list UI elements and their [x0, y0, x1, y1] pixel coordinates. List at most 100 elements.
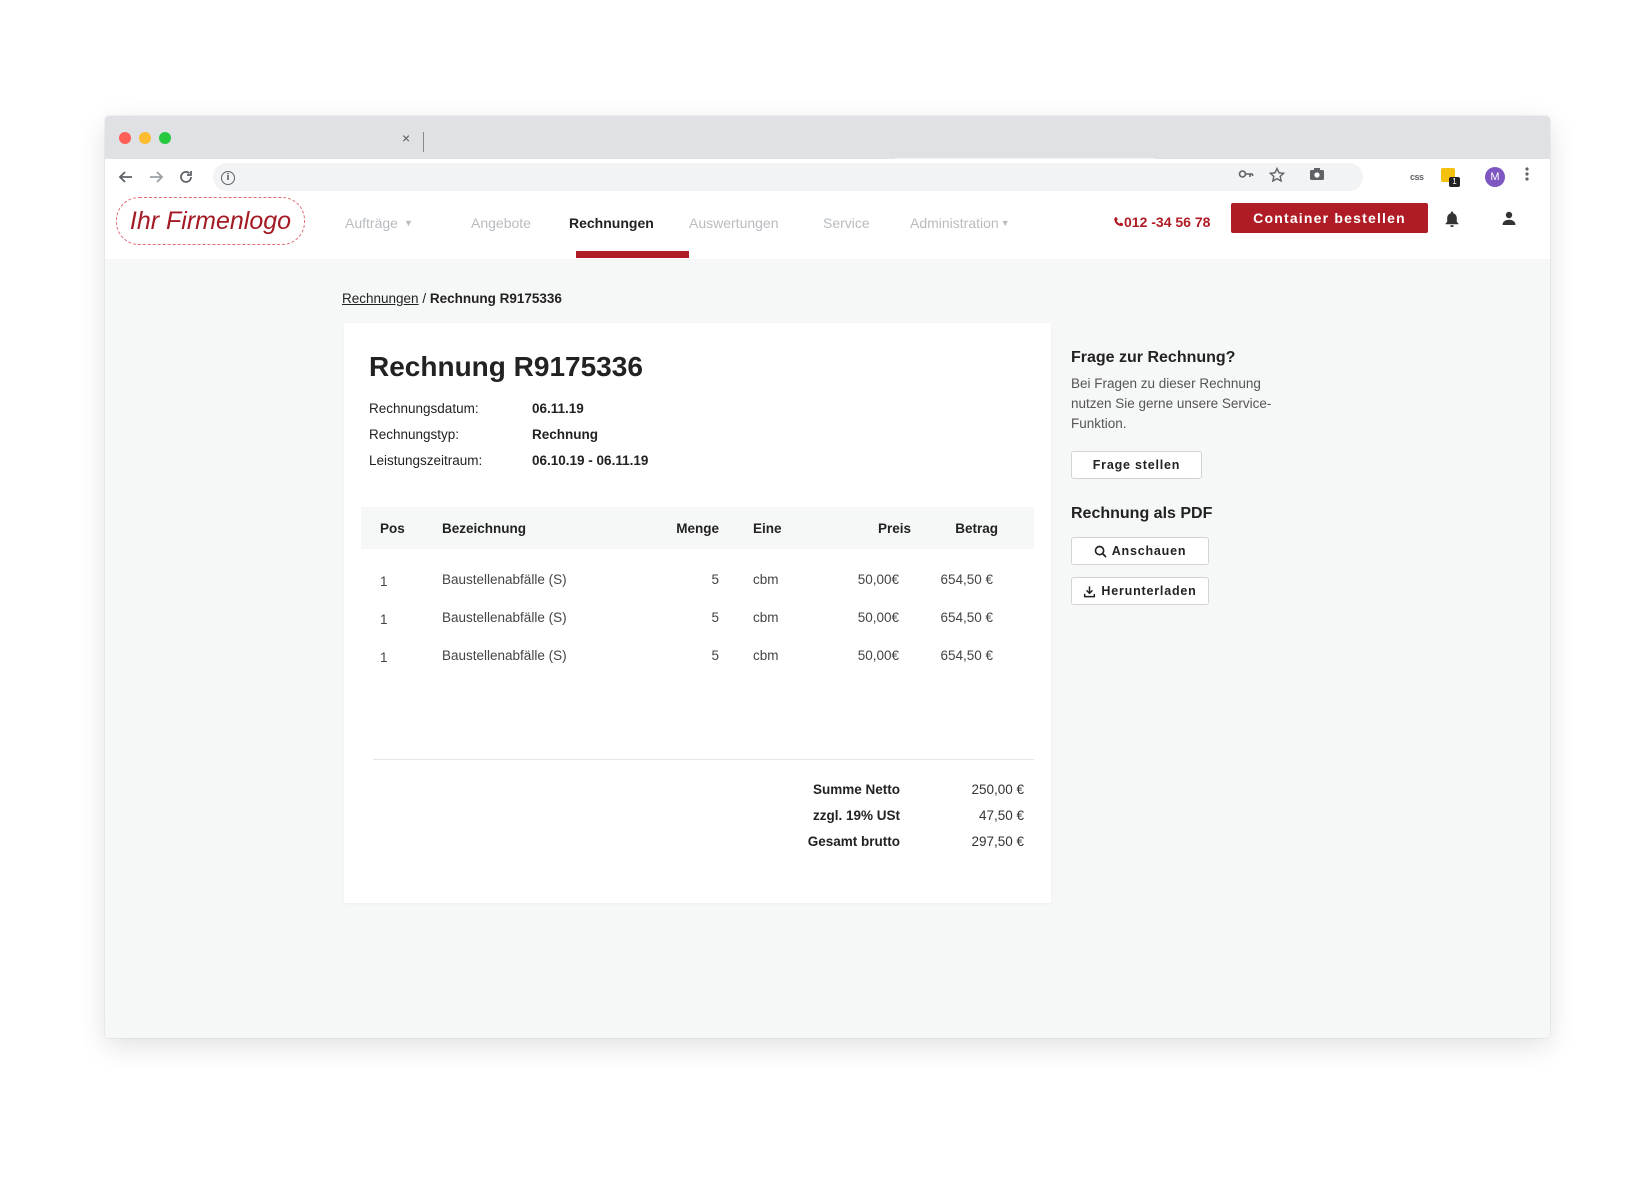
cell-menge: 5 [711, 648, 719, 663]
th-preis: Preis [877, 520, 911, 536]
meta-value-type: Rechnung [532, 427, 598, 442]
cell-pos: 1 [380, 650, 388, 665]
meta-value-date: 06.11.19 [532, 401, 584, 416]
caret-down-icon: ▼ [403, 218, 413, 228]
app-navbar: Ihr Firmenlogo Aufträge ▼ Angebote Rechn… [105, 195, 1550, 259]
camera-icon[interactable] [1309, 167, 1325, 184]
phone-contact[interactable]: 012 -34 56 78 [1113, 214, 1210, 230]
phone-number: 012 -34 56 78 [1124, 214, 1211, 230]
nav-rechnungen-label: Rechnungen [569, 215, 654, 231]
breadcrumb: Rechnungen / Rechnung R9175336 [342, 291, 562, 306]
total-label-brutto: Gesamt brutto [807, 834, 900, 849]
css-extension-icon[interactable]: css [1410, 172, 1424, 182]
reload-button[interactable] [173, 159, 199, 195]
view-pdf-button[interactable]: Anschauen [1071, 537, 1209, 565]
caret-down-icon: ▼ [1000, 218, 1010, 228]
tab-close-icon[interactable]: × [402, 131, 410, 145]
nav-auftraege[interactable]: Aufträge ▼ [345, 195, 413, 251]
cell-preis: 50,00€ [857, 610, 899, 625]
close-window-button[interactable] [119, 132, 131, 144]
th-pos: Pos [380, 520, 405, 536]
nav-administration[interactable]: Administration ▼ [910, 195, 1010, 251]
cell-eine: cbm [753, 572, 779, 587]
download-pdf-label: Herunterladen [1101, 584, 1197, 598]
download-pdf-button[interactable]: Herunterladen [1071, 577, 1209, 605]
order-container-button[interactable]: Container bestellen [1231, 203, 1428, 233]
reload-icon [180, 171, 192, 183]
site-info-icon[interactable]: i [221, 171, 235, 185]
cell-preis: 50,00€ [857, 572, 899, 587]
back-button[interactable] [113, 159, 139, 195]
cell-betrag: 654,50 € [940, 572, 993, 587]
invoice-title: Rechnung R9175336 [369, 351, 643, 382]
nav-service-label: Service [823, 215, 870, 231]
active-tab-indicator [576, 251, 689, 258]
total-label-ust: zzgl. 19% USt [812, 808, 900, 823]
meta-label-date: Rechnungsdatum: [369, 401, 479, 416]
total-value-netto: 250,00 € [971, 782, 1024, 797]
minimize-window-button[interactable] [139, 132, 151, 144]
download-icon [1084, 585, 1096, 597]
bookmark-star-icon[interactable] [1268, 166, 1286, 186]
totals-divider [373, 759, 1034, 760]
cell-pos: 1 [380, 612, 388, 627]
ask-question-button[interactable]: Frage stellen [1071, 451, 1202, 479]
search-icon [1094, 545, 1107, 558]
invoice-card: Rechnung R9175336 Rechnungsdatum: 06.11.… [344, 323, 1051, 903]
more-vert-icon[interactable] [1525, 167, 1529, 184]
breadcrumb-current: Rechnung R9175336 [429, 291, 562, 306]
browser-toolbar: i css 1 M [105, 159, 1550, 195]
cell-bezeichnung: Baustellenabfälle (S) [442, 572, 567, 587]
view-pdf-label: Anschauen [1111, 544, 1187, 558]
arrow-right-icon [150, 171, 164, 183]
cell-preis: 50,00€ [857, 648, 899, 663]
browser-window: × i css 1 M Ihr Firmenlogo Aufträge ▼ An… [105, 116, 1550, 1038]
meta-label-period: Leistungszeitraum: [369, 453, 483, 468]
nav-administration-label: Administration [910, 215, 999, 231]
th-menge: Menge [676, 520, 719, 536]
cell-eine: cbm [753, 610, 779, 625]
ask-question-label: Frage stellen [1092, 458, 1181, 472]
cell-betrag: 654,50 € [940, 610, 993, 625]
title-bar: × [105, 116, 1550, 159]
cell-bezeichnung: Baustellenabfälle (S) [442, 648, 567, 663]
nav-auswertungen-label: Auswertungen [689, 215, 779, 231]
company-logo[interactable]: Ihr Firmenlogo [116, 197, 305, 245]
cell-eine: cbm [753, 648, 779, 663]
cell-pos: 1 [380, 574, 388, 589]
key-icon[interactable] [1238, 167, 1254, 184]
th-bezeichnung: Bezeichnung [442, 520, 527, 536]
notification-bell-icon[interactable] [1444, 210, 1460, 233]
maximize-window-button[interactable] [159, 132, 171, 144]
nav-auswertungen[interactable]: Auswertungen [689, 195, 779, 251]
user-account-icon[interactable] [1501, 210, 1517, 231]
nav-angebote-label: Angebote [471, 215, 531, 231]
total-value-brutto: 297,50 € [971, 834, 1024, 849]
nav-angebote[interactable]: Angebote [471, 195, 531, 251]
question-text: Bei Fragen zu dieser Rechnung nutzen Sie… [1071, 376, 1272, 431]
arrow-left-icon [118, 171, 132, 183]
profile-avatar[interactable]: M [1485, 167, 1505, 187]
table-header: Pos Bezeichnung Menge Eine Preis Betrag [361, 507, 1034, 549]
th-eine: Eine [753, 520, 782, 536]
forward-button[interactable] [143, 159, 169, 195]
nav-rechnungen[interactable]: Rechnungen [569, 195, 654, 251]
breadcrumb-parent-link[interactable]: Rechnungen [342, 291, 419, 306]
address-bar[interactable] [213, 163, 1363, 191]
meta-value-period: 06.10.19 - 06.11.19 [532, 453, 649, 468]
phone-icon [1114, 217, 1124, 227]
tab-separator [423, 132, 424, 152]
pdf-heading: Rechnung als PDF [1071, 505, 1213, 522]
breadcrumb-separator: / [422, 291, 427, 306]
cell-menge: 5 [711, 572, 719, 587]
total-value-ust: 47,50 € [978, 808, 1024, 823]
nav-auftraege-label: Aufträge [345, 215, 398, 231]
cell-betrag: 654,50 € [940, 648, 993, 663]
cell-menge: 5 [711, 610, 719, 625]
question-heading: Frage zur Rechnung? [1071, 349, 1236, 366]
extension-badge: 1 [1449, 177, 1460, 187]
total-label-netto: Summe Netto [812, 782, 900, 797]
nav-service[interactable]: Service [823, 195, 870, 251]
cell-bezeichnung: Baustellenabfälle (S) [442, 610, 567, 625]
th-betrag: Betrag [955, 520, 998, 536]
